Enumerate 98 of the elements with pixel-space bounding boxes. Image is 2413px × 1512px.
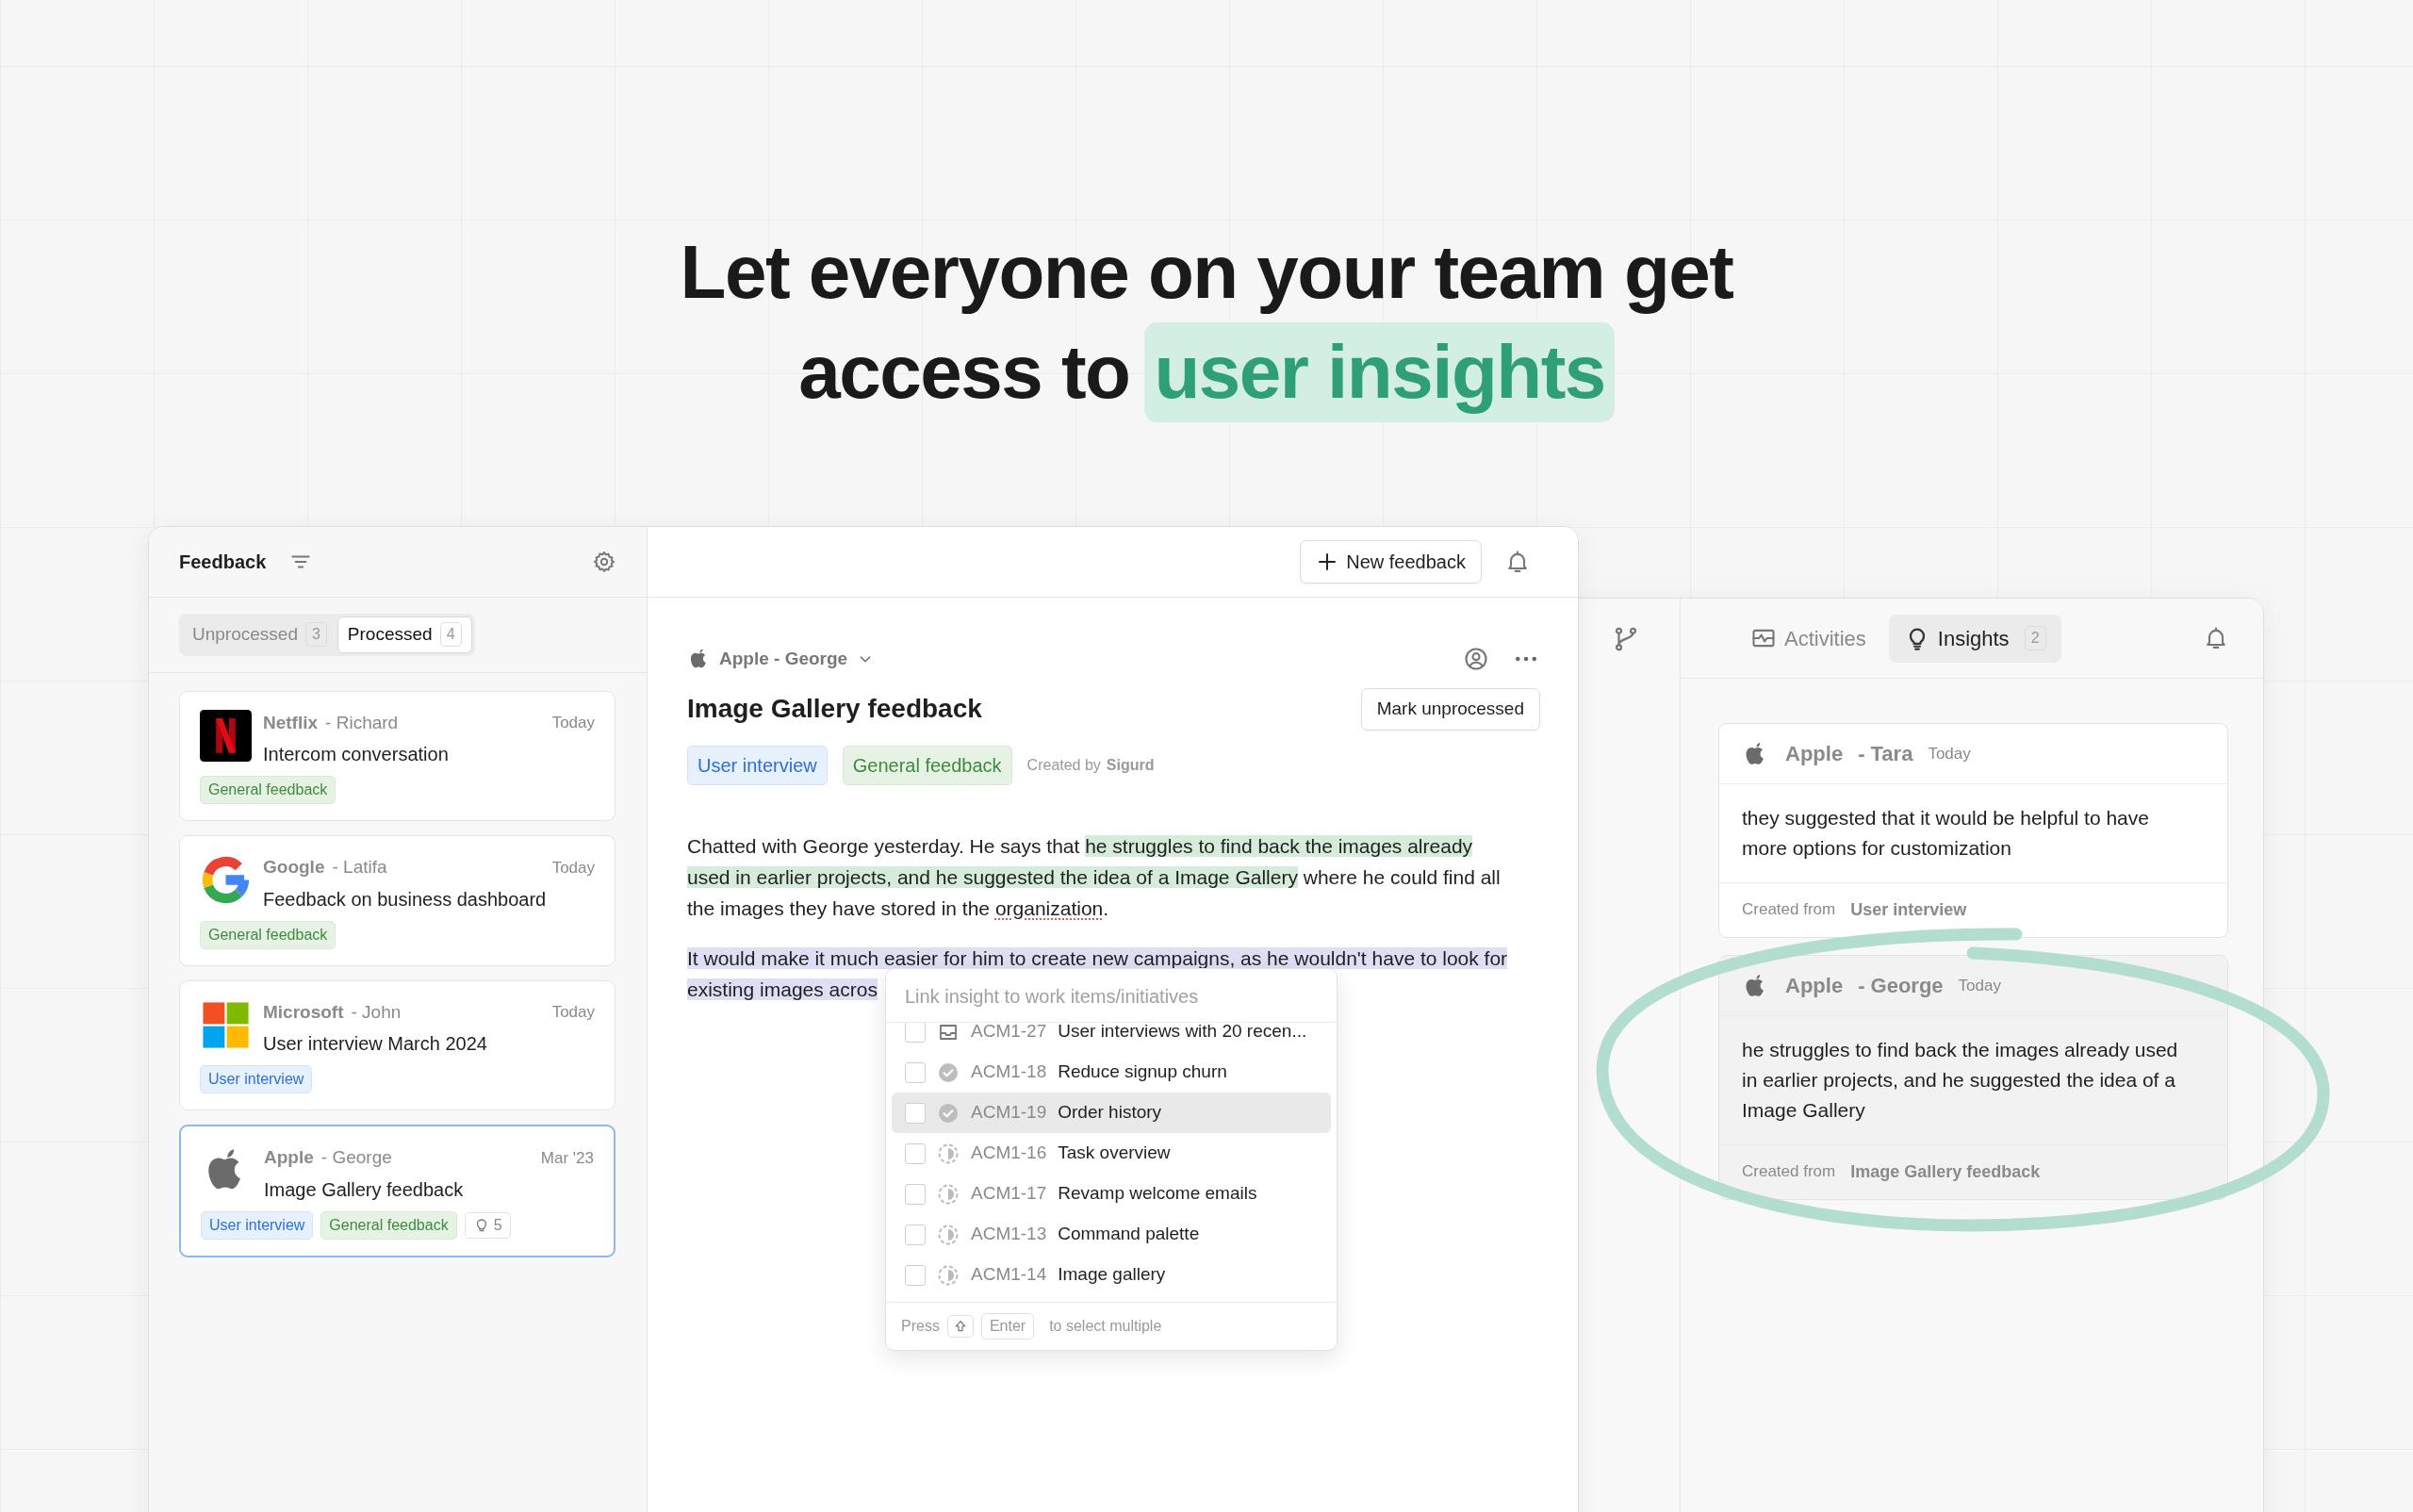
- author-name: - Latifa: [332, 856, 387, 879]
- feedback-card[interactable]: Netflix - Richard Today Intercom conversation General feedback: [179, 690, 616, 821]
- date-label: Today: [551, 1002, 595, 1023]
- work-item-option[interactable]: ACM1-18 Reduce signup churn: [892, 1052, 1331, 1093]
- created-by-label: Created by: [1026, 755, 1101, 775]
- user-circle-icon[interactable]: [1463, 646, 1489, 672]
- note-paragraph: Chatted with George yesterday. He says that he struggles to find back the images already used in earlier projects, and he suggested the idea of a Image Gallery where he could find all the images they have stored in the organization.: [687, 833, 1502, 921]
- item-title: User interviews with 20 recen...: [1058, 1023, 1307, 1044]
- tag: General feedback: [842, 745, 1012, 785]
- enter-key: Enter: [980, 1313, 1035, 1339]
- insight-card[interactable]: Apple - Tara Today they suggested that it would be helpful to have more options for customization Created from User interview: [1718, 723, 2228, 938]
- item-id: ACM1-13: [971, 1223, 1047, 1246]
- insight-text: he struggles to find back the images already used in earlier projects, and he suggested the idea of a Image Gallery: [1741, 1038, 2179, 1123]
- date-label: Today: [551, 857, 595, 879]
- panel-title: Feedback: [179, 551, 267, 574]
- progress-circle-icon: [937, 1223, 960, 1246]
- item-id: ACM1-19: [971, 1101, 1047, 1125]
- checkbox[interactable]: [905, 1142, 926, 1164]
- company-logo: [200, 854, 252, 906]
- highlighted-heading-text: user insights: [1144, 322, 1615, 422]
- author-name: - Richard: [325, 711, 399, 734]
- tag: General feedback: [200, 776, 337, 804]
- count-badge: 4: [439, 622, 462, 648]
- feedback-title: User interview March 2024: [263, 1032, 488, 1056]
- date-label: Today: [1958, 975, 2001, 996]
- item-title: Image gallery: [1058, 1263, 1166, 1287]
- date-label: Today: [1928, 743, 1971, 764]
- progress-circle-icon: [937, 1142, 960, 1165]
- feedback-card[interactable]: Apple - George Mar '23 Image Gallery feedback User interview General feedback 5: [179, 1125, 616, 1257]
- item-id: ACM1-18: [971, 1060, 1047, 1084]
- author-name: - George: [320, 1146, 392, 1169]
- feedback-card[interactable]: Microsoft - John Today User interview March 2024 User interview: [179, 979, 616, 1110]
- feedback-title: Image Gallery feedback: [687, 693, 982, 726]
- work-item-option[interactable]: ACM1-16 Task overview: [892, 1133, 1331, 1174]
- count-badge: 3: [304, 622, 327, 648]
- author-name: - Tara: [1858, 741, 1913, 767]
- checkbox[interactable]: [905, 1023, 926, 1043]
- item-title: Order history: [1058, 1101, 1162, 1125]
- created-from-label: Created from: [1742, 1161, 1836, 1182]
- tag: General feedback: [200, 920, 337, 949]
- checkbox[interactable]: [905, 1224, 926, 1245]
- tag: General feedback: [320, 1210, 457, 1240]
- settings-icon[interactable]: [592, 550, 616, 574]
- company-name: Microsoft: [263, 1000, 344, 1024]
- new-feedback-button[interactable]: New feedback: [1300, 540, 1482, 583]
- check-circle-icon: [937, 1101, 960, 1125]
- company-name: Apple: [1785, 973, 1844, 999]
- panel-tab[interactable]: Insights 2: [1888, 614, 2061, 663]
- progress-circle-icon: [937, 1263, 960, 1287]
- insight-card[interactable]: Apple - George Today he struggles to find back the images already used in earlier projects, and he suggested the idea of a Image Gallery Created from Image Gallery feedback: [1718, 955, 2228, 1200]
- tag: User interview: [200, 1065, 313, 1093]
- company-logo: [200, 709, 252, 762]
- feedback-title: Intercom conversation: [263, 743, 450, 766]
- work-item-option[interactable]: ACM1-14 Image gallery: [892, 1255, 1331, 1295]
- check-circle-icon: [937, 1060, 960, 1084]
- work-item-option[interactable]: ACM1-19 Order history: [892, 1093, 1331, 1133]
- checkbox[interactable]: [905, 1183, 926, 1205]
- heading-text: Let everyone on your team get: [680, 229, 1733, 316]
- mark-unprocessed-button[interactable]: Mark unprocessed: [1360, 688, 1540, 731]
- date-label: Mar '23: [540, 1147, 594, 1169]
- feedback-title: Image Gallery feedback: [264, 1177, 465, 1202]
- count-badge: 2: [2024, 626, 2046, 650]
- checkbox[interactable]: [905, 1264, 926, 1286]
- work-item-option[interactable]: ACM1-27 User interviews with 20 recen...: [892, 1023, 1331, 1052]
- item-title: Command palette: [1058, 1223, 1200, 1246]
- item-id: ACM1-27: [971, 1023, 1047, 1044]
- created-from-label: Created from: [1742, 899, 1836, 920]
- hint-text: Press: [901, 1317, 940, 1336]
- company-name: Netflix: [263, 711, 319, 734]
- filter-tab[interactable]: Processed 4: [337, 616, 472, 653]
- progress-circle-icon: [937, 1182, 960, 1206]
- date-label: Today: [551, 713, 595, 733]
- work-item-option[interactable]: ACM1-17 Revamp welcome emails: [892, 1174, 1331, 1214]
- company-name: Apple: [264, 1146, 314, 1169]
- checkbox[interactable]: [905, 1061, 926, 1083]
- company-name: Google: [263, 856, 325, 879]
- author-name: - John: [351, 1000, 402, 1024]
- hint-text: to select multiple: [1049, 1317, 1162, 1336]
- feedback-card[interactable]: Google - Latifa Today Feedback on business dashboard General feedback: [179, 835, 616, 966]
- heading-text: access to: [798, 329, 1130, 416]
- author-name: Sigurd: [1106, 755, 1155, 775]
- feedback-title: Feedback on business dashboard: [263, 887, 548, 912]
- work-item-option[interactable]: ACM1-13 Command palette: [892, 1214, 1331, 1255]
- checkbox[interactable]: [905, 1102, 926, 1124]
- item-id: ACM1-16: [971, 1142, 1047, 1165]
- item-id: ACM1-14: [971, 1263, 1047, 1287]
- source-name[interactable]: Apple - George: [719, 645, 848, 673]
- company-name: Apple: [1785, 741, 1844, 767]
- author-name: - George: [1858, 973, 1944, 999]
- item-title: Revamp welcome emails: [1058, 1182, 1257, 1206]
- tag: User interview: [687, 745, 828, 785]
- insight-text: they suggested that it would be helpful to have more options for customization: [1741, 806, 2150, 861]
- item-title: Reduce signup churn: [1058, 1060, 1227, 1084]
- search-field[interactable]: Link insight to work items/initiatives: [886, 969, 1337, 1023]
- item-title: Task overview: [1058, 1142, 1171, 1165]
- tag: User interview: [201, 1210, 314, 1240]
- item-id: ACM1-17: [971, 1182, 1047, 1206]
- insight-count: 5: [464, 1211, 511, 1239]
